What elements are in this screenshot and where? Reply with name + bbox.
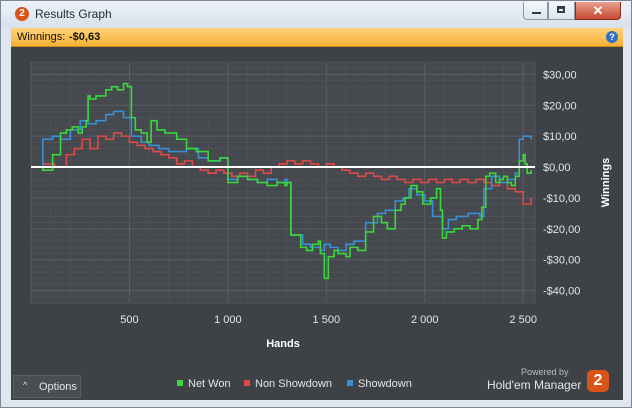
- window-title: Results Graph: [35, 7, 112, 21]
- x-tick-label: 1 000: [214, 314, 242, 326]
- legend-label-net-won: Net Won: [188, 378, 231, 390]
- x-axis-label: Hands: [266, 338, 300, 350]
- maximize-button[interactable]: [548, 2, 575, 20]
- minimize-icon: [532, 12, 541, 14]
- legend-swatch-non-showdown: [244, 380, 250, 386]
- x-tick-label: 500: [120, 314, 138, 326]
- legend-non-showdown[interactable]: Non Showdown: [244, 378, 332, 390]
- brand-name: Hold'em Manager: [487, 378, 582, 392]
- close-button[interactable]: ✕: [575, 2, 621, 20]
- graph-panel: Winnings: -$0,63 ? $30,00 $20,00 $10,00 $0,…: [11, 28, 623, 400]
- y-tick-label: $10,00: [543, 131, 577, 143]
- legend-label-non-showdown: Non Showdown: [255, 378, 333, 390]
- minimize-button[interactable]: [523, 2, 548, 20]
- y-tick-label: -$10,00: [543, 193, 580, 205]
- options-label: Options: [39, 381, 77, 393]
- caret-up-icon: ^: [23, 380, 28, 390]
- powered-by-text: Powered by: [521, 367, 569, 377]
- y-tick-label: -$40,00: [543, 286, 580, 298]
- y-tick-label: $0,00: [543, 162, 571, 174]
- y-tick-label: -$20,00: [543, 224, 580, 236]
- options-button[interactable]: ^ Options: [13, 375, 81, 398]
- results-chart: $30,00 $20,00 $10,00 $0,00 -$10,00 -$20,00 -$3…: [30, 61, 612, 350]
- y-tick-label: $20,00: [543, 100, 577, 112]
- legend-label-showdown: Showdown: [358, 378, 412, 390]
- y-tick-label: -$30,00: [543, 255, 580, 267]
- legend-showdown[interactable]: Showdown: [347, 378, 412, 390]
- x-tick-label: 2 500: [509, 314, 537, 326]
- maximize-icon: [557, 6, 565, 13]
- close-icon: ✕: [592, 3, 604, 18]
- app-logo-icon: 2: [15, 7, 29, 21]
- y-axis-label: Winnings: [600, 158, 612, 207]
- x-tick-label: 1 500: [313, 314, 341, 326]
- title-bar[interactable]: 2 Results Graph ✕: [1, 1, 631, 28]
- legend-net-won[interactable]: Net Won: [177, 378, 231, 390]
- legend-swatch-showdown: [347, 380, 353, 386]
- results-graph-window: 2 Results Graph ✕ Winnings: -$0,63 ? $30…: [0, 0, 632, 408]
- y-tick-label: $30,00: [543, 69, 577, 81]
- legend-swatch-net-won: [177, 380, 183, 386]
- x-tick-label: 2 000: [411, 314, 439, 326]
- brand-logo-icon: 2: [587, 370, 609, 392]
